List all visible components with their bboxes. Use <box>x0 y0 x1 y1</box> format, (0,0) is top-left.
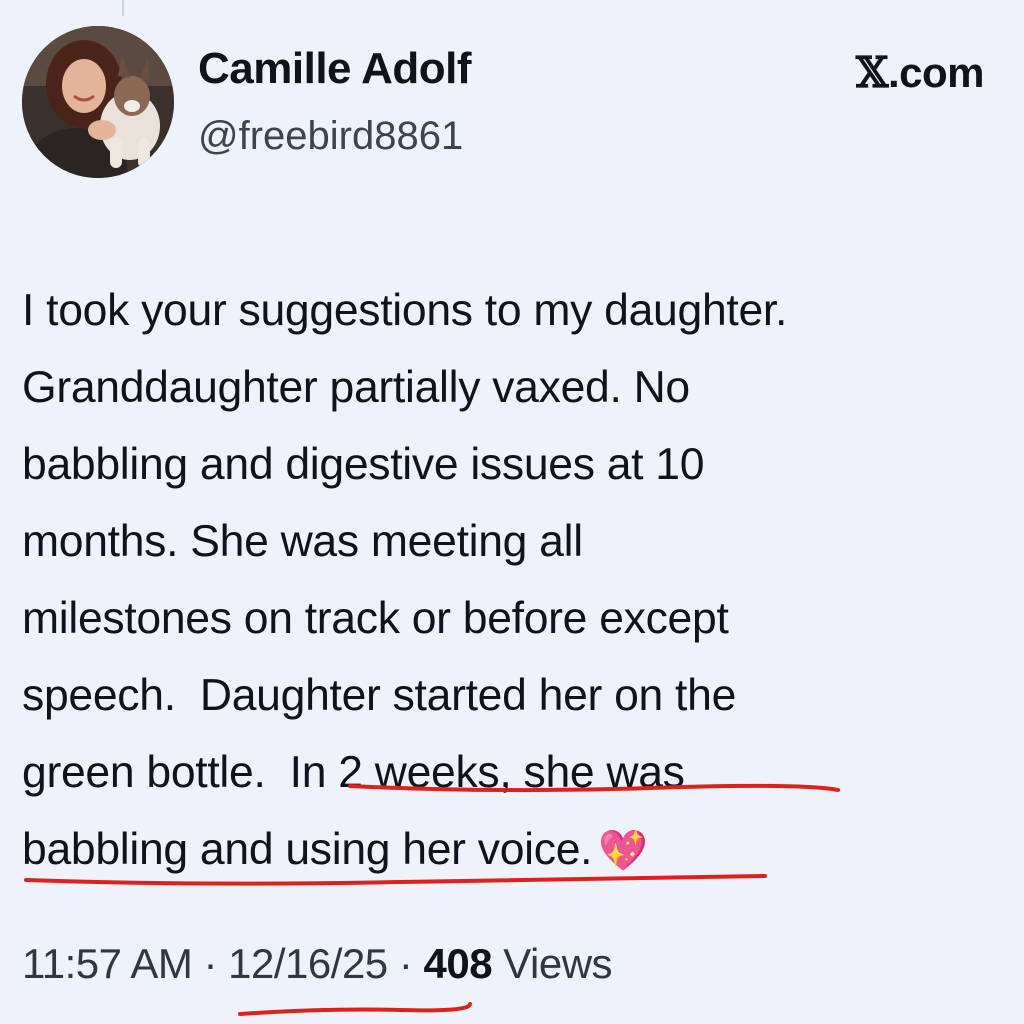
meta-separator: · <box>387 940 424 987</box>
meta-separator: · <box>192 940 229 987</box>
author-handle[interactable]: @freebird8861 <box>198 114 463 159</box>
post-line: months. She was meeting all <box>22 517 583 566</box>
thread-connector-line <box>122 0 124 16</box>
avatar-photo-icon <box>22 26 174 178</box>
post-header: Camille Adolf @freebird8861 𝕏.com <box>22 26 1002 186</box>
post-time[interactable]: 11:57 AM <box>22 940 193 987</box>
sparkling-heart-icon: 💖 <box>598 828 648 874</box>
post-line: milestones on track or before except <box>22 594 729 643</box>
views-count: 408 <box>423 940 493 987</box>
author-name[interactable]: Camille Adolf <box>198 44 472 94</box>
brand-label: 𝕏.com <box>855 48 985 97</box>
post-line: Granddaughter partially vaxed. No <box>22 363 690 412</box>
post-metadata: 11:57 AM · 12/16/25 · 408 Views <box>22 940 613 988</box>
post-line: green bottle. In 2 weeks, she was <box>22 734 1012 811</box>
post-line: I took your suggestions to my daughter. <box>22 286 788 335</box>
author-avatar[interactable] <box>22 26 174 178</box>
x-logo-icon: 𝕏 <box>855 48 889 97</box>
red-underline-3 <box>238 1002 472 1016</box>
post-line: babbling and digestive issues at 10 <box>22 440 705 489</box>
post-line-lead: green bottle. <box>22 748 290 797</box>
post-date[interactable]: 12/16/25 <box>228 940 388 987</box>
post-line: speech. Daughter started her on the <box>22 671 737 720</box>
underlined-phrase-2: babbling and using her voice. <box>22 825 593 874</box>
post-text: I took your suggestions to my daughter. … <box>22 272 1012 888</box>
views-label: Views <box>492 940 613 987</box>
brand-domain: .com <box>887 49 985 96</box>
underlined-phrase-1: In 2 weeks, she was <box>289 748 685 797</box>
post-line: babbling and using her voice. 💖 <box>22 811 1012 888</box>
